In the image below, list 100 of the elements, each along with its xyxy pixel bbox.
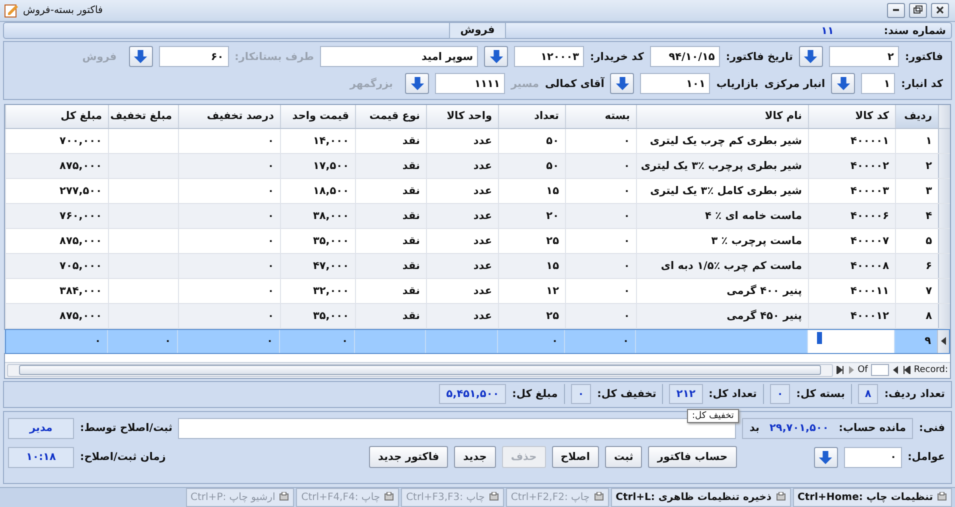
summary-label: مبلغ کل: bbox=[512, 388, 558, 400]
minimize-button[interactable] bbox=[887, 2, 905, 18]
table-cell: عدد bbox=[426, 178, 498, 203]
table-cell: نقد bbox=[355, 178, 426, 203]
tooltip: تخفیف کل: bbox=[687, 408, 739, 423]
table-row[interactable]: ۴ ۴۰۰۰۰۶ ماست خامه ای ٪ ۴ ۰ ۲۰ عدد نقد ۳۸,۰۰۰ ۰ ۷۶۰,۰۰۰ bbox=[5, 204, 950, 229]
down-arrow-icon bbox=[818, 450, 834, 465]
restore-button[interactable] bbox=[909, 2, 927, 18]
column-header[interactable]: قیمت واحد bbox=[280, 104, 355, 128]
field-label: تاریخ فاکتور: bbox=[726, 50, 793, 63]
text-field[interactable]: ۱۰۱ bbox=[640, 73, 710, 94]
table-cell: ۴۰۰۰۱۱ bbox=[808, 278, 895, 303]
printer-icon bbox=[279, 492, 290, 502]
column-header[interactable]: کد کالا bbox=[808, 104, 895, 128]
dropdown-button[interactable] bbox=[798, 46, 823, 68]
table-row[interactable]: ۹ ۰ ۰ ۰ ۰ ۰ ۰ bbox=[5, 328, 950, 354]
field-label: فاکتور: bbox=[904, 50, 943, 63]
table-cell: ۳۵,۰۰۰ bbox=[280, 228, 355, 253]
column-header[interactable]: ردیف bbox=[895, 104, 938, 128]
action-button[interactable]: ثبت bbox=[604, 446, 642, 468]
column-header[interactable]: نام کالا bbox=[636, 104, 808, 128]
table-cell: ۲۰ bbox=[498, 204, 565, 228]
table-cell: ۰ bbox=[565, 154, 636, 178]
table-cell: شیر بطری کم چرب یک لیتری bbox=[636, 128, 808, 153]
table-cell: ۰ bbox=[564, 330, 635, 353]
document-number-label: شماره سند: bbox=[884, 24, 946, 37]
text-field[interactable]: ۲ bbox=[828, 46, 899, 68]
cell-editor[interactable] bbox=[807, 330, 894, 353]
column-header[interactable]: مبلغ کل bbox=[5, 104, 108, 128]
close-icon bbox=[935, 5, 945, 16]
column-header[interactable]: نوع قیمت bbox=[355, 104, 426, 128]
table-cell: ۳۵,۰۰۰ bbox=[280, 304, 355, 328]
dropdown-button[interactable] bbox=[610, 73, 634, 94]
current-row-icon bbox=[941, 337, 946, 346]
action-button[interactable]: اصلاح bbox=[552, 446, 599, 468]
table-cell: ۰ bbox=[565, 128, 636, 153]
table-cell: ۰ bbox=[178, 254, 280, 278]
previous-record-button[interactable] bbox=[892, 366, 900, 374]
status-item[interactable]: ذخیره تنظیمات ظاهری :Ctrl+L bbox=[610, 488, 791, 507]
table-cell: ۱۴,۰۰۰ bbox=[280, 128, 355, 153]
column-header[interactable]: مبلغ تخفیف bbox=[108, 104, 178, 128]
last-record-button[interactable] bbox=[836, 366, 844, 374]
text-cursor bbox=[817, 332, 822, 344]
dropdown-button[interactable] bbox=[814, 446, 838, 468]
column-header[interactable]: درصد تخفیف bbox=[178, 104, 280, 128]
table-cell: ۴۰۰۰۱۲ bbox=[808, 304, 895, 328]
next-record-icon bbox=[846, 366, 855, 374]
record-number-field[interactable] bbox=[870, 364, 889, 376]
text-field[interactable]: ۹۴/۱۰/۱۵ bbox=[650, 46, 720, 68]
dropdown-button[interactable] bbox=[831, 73, 856, 94]
table-cell: شیر بطری کامل ٪۳ یک لیتری bbox=[636, 178, 808, 203]
status-item[interactable]: تنظیمات چاپ :Ctrl+Home bbox=[792, 488, 952, 507]
column-header[interactable]: واحد کالا bbox=[426, 104, 498, 128]
summary-label: تعداد کل: bbox=[708, 388, 757, 400]
column-header[interactable]: تعداد bbox=[498, 104, 565, 128]
field-label: انبار مرکزی bbox=[764, 78, 826, 90]
printer-icon bbox=[937, 492, 947, 502]
printer-icon bbox=[384, 492, 394, 502]
text-field[interactable]: سوپر امید bbox=[320, 46, 478, 68]
table-cell: شیر بطری پرچرب ٪۳ یک لیتری bbox=[636, 154, 808, 178]
dropdown-button[interactable] bbox=[128, 46, 153, 68]
down-arrow-icon bbox=[488, 49, 504, 64]
table-cell: ۴۷,۰۰۰ bbox=[280, 254, 355, 278]
editor-field: مدیر bbox=[8, 418, 74, 439]
restore-icon bbox=[913, 5, 923, 16]
document-number: ۱۱ bbox=[821, 24, 834, 37]
table-cell: ۰ bbox=[178, 178, 280, 203]
dropdown-button[interactable] bbox=[484, 46, 508, 68]
action-button[interactable]: حساب فاکتور bbox=[648, 446, 737, 468]
action-button[interactable]: فاکتور جدید bbox=[369, 446, 448, 468]
time-field: ۱۰:۱۸ bbox=[8, 446, 74, 468]
dropdown-button[interactable] bbox=[405, 73, 429, 94]
text-field[interactable]: ۱۱۱۱ bbox=[435, 73, 505, 94]
table-cell: ۴۰۰۰۰۶ bbox=[808, 204, 895, 228]
table-cell: ۰ bbox=[107, 330, 177, 353]
row-selector[interactable] bbox=[937, 330, 949, 353]
table-row[interactable]: ۸ ۴۰۰۰۱۲ پنیر ۴۵۰ گرمی ۰ ۲۵ عدد نقد ۳۵,۰۰۰ ۰ ۸۷۵,۰۰۰ bbox=[5, 304, 950, 329]
table-row[interactable]: ۶ ۴۰۰۰۰۸ ماست کم چرب ٪۱/۵ دبه ای ۰ ۱۵ عدد نقد ۴۷,۰۰۰ ۰ ۷۰۵,۰۰۰ bbox=[5, 254, 950, 279]
field-label: فروش bbox=[82, 50, 117, 63]
text-field[interactable]: ۶۰ bbox=[158, 46, 229, 68]
field-label: کد انبار: bbox=[901, 78, 943, 90]
first-record-button[interactable] bbox=[902, 366, 911, 374]
table-cell: ۵ bbox=[895, 228, 938, 253]
summary-value: ۵,۴۵۱,۵۰۰ bbox=[439, 384, 506, 404]
horizontal-scrollbar[interactable] bbox=[7, 364, 833, 377]
table-cell: نقد bbox=[355, 254, 426, 278]
agents-field[interactable]: ۰ bbox=[844, 446, 902, 468]
text-field[interactable]: ۱ bbox=[861, 73, 896, 94]
table-row[interactable]: ۲ ۴۰۰۰۰۲ شیر بطری پرچرب ٪۳ یک لیتری ۰ ۵۰ عدد نقد ۱۷,۵۰۰ ۰ ۸۷۵,۰۰۰ bbox=[5, 154, 950, 179]
table-cell: نقد bbox=[355, 204, 426, 228]
close-button[interactable] bbox=[931, 2, 949, 18]
column-header[interactable]: بسته bbox=[565, 104, 636, 128]
table-cell: ۰ bbox=[565, 178, 636, 203]
table-cell: ۰ bbox=[279, 330, 354, 353]
notes-field[interactable] bbox=[178, 418, 736, 439]
text-field[interactable]: ۱۲۰۰۰۳ bbox=[514, 46, 584, 68]
table-cell: ۰ bbox=[177, 330, 279, 353]
table-cell: ۱۵ bbox=[498, 178, 565, 203]
action-button[interactable]: جدید bbox=[454, 446, 496, 468]
table-cell: ۴ bbox=[895, 204, 938, 228]
